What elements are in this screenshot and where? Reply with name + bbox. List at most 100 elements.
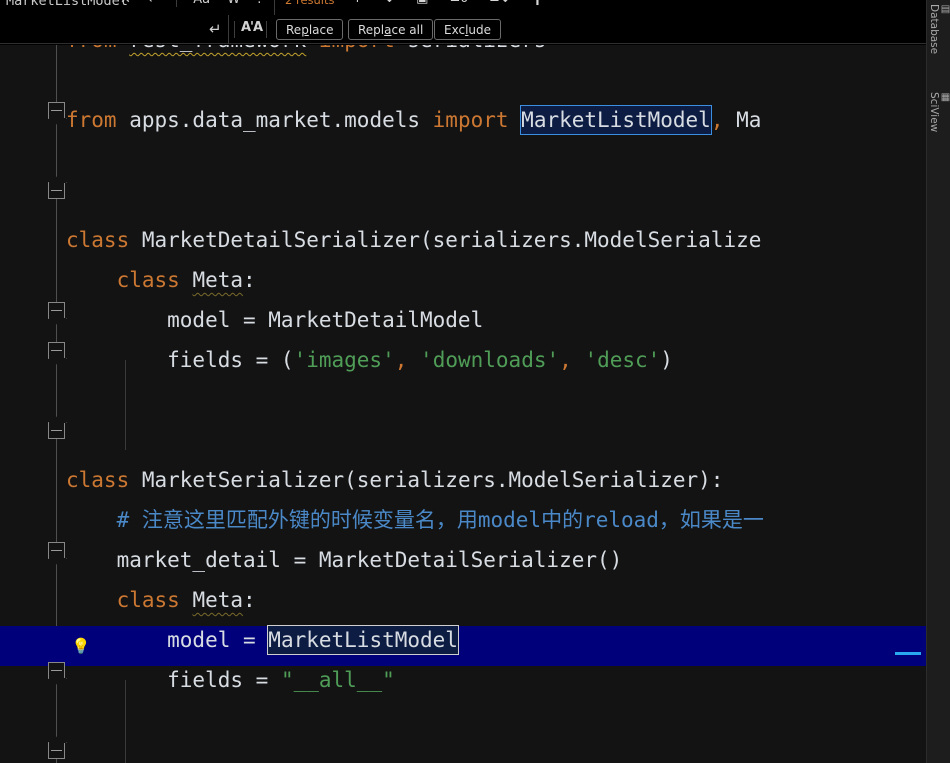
regex-icon[interactable]: .* — [257, 0, 268, 7]
code-editor[interactable]: from rest_framework import serializersfr… — [0, 45, 926, 763]
code-token: from — [66, 108, 117, 132]
code-token: model = MarketDetailModel — [66, 308, 484, 332]
code-line: class Meta: — [66, 580, 256, 620]
code-token: MarketDetailSerializer(serializers.Model… — [129, 228, 762, 252]
code-token: 'desc' — [584, 348, 661, 372]
code-token: : — [243, 268, 256, 292]
code-token: MarketSerializer(serializers.ModelSerial… — [129, 468, 724, 492]
code-token: import — [432, 108, 509, 132]
in-selection-icon[interactable]: ≡↓ — [489, 0, 511, 6]
filter-icon[interactable]: ❙ — [532, 0, 543, 6]
label-post: ude — [468, 22, 492, 37]
code-line: # 注意这里匹配外键的时候变量名，用model中的reload，如果是一 — [66, 500, 764, 540]
divider — [234, 21, 235, 38]
code-line: from rest_framework import serializers — [66, 45, 546, 60]
code-line: class MarketSerializer(serializers.Model… — [66, 460, 723, 500]
code-token: , — [710, 108, 724, 132]
close-icon[interactable]: ✕ — [120, 0, 131, 7]
find-down-icon[interactable]: ↓ — [384, 0, 395, 6]
code-token: import — [319, 45, 395, 52]
fold-toggle-icon[interactable] — [48, 102, 65, 119]
fold-toggle-icon[interactable] — [48, 542, 65, 559]
tool-label: Database — [928, 4, 940, 55]
find-up-icon[interactable]: ↑ — [352, 0, 363, 6]
code-token: 'downloads' — [420, 348, 560, 372]
find-replace-panel: MarketListModel ✕ ↵ Aa W .* 2 results ↑ … — [0, 0, 926, 45]
search-match: MarketListModel — [520, 105, 712, 135]
replace-button[interactable]: Re p lace — [276, 19, 344, 40]
words-icon[interactable]: W — [227, 0, 240, 7]
results-count: 2 results — [285, 0, 335, 7]
code-token: # 注意这里匹配外键的时候变量名，用model中的reload，如果是一 — [66, 508, 764, 532]
code-token: rest_framework — [129, 45, 306, 52]
code-token: Meta — [192, 268, 244, 292]
search-match: MarketListModel — [267, 625, 459, 655]
code-token: 'images' — [293, 348, 395, 372]
tool-button-database[interactable]: ▤ Database — [927, 0, 950, 54]
code-text-layer: from rest_framework import serializersfr… — [0, 45, 926, 763]
database-icon: ▤ — [940, 4, 950, 15]
find-nav-icons: ↑ ↓ ▣ ≡ᴜ ≡↓ ❙ — [352, 0, 560, 6]
code-line: market_detail = MarketDetailSerializer() — [66, 540, 623, 580]
select-all-icon[interactable]: ▣ — [416, 0, 428, 6]
find-row: MarketListModel ✕ ↵ Aa W .* 2 results ↑ … — [0, 0, 926, 15]
preserve-case-icon[interactable]: A'A — [241, 20, 263, 35]
fold-toggle-icon[interactable] — [48, 342, 65, 359]
divider — [266, 21, 267, 38]
fold-toggle-icon[interactable] — [48, 422, 65, 439]
indent-guide — [125, 680, 126, 763]
label-pre: Re — [286, 22, 302, 37]
code-token: market_detail = MarketDetailSerializer() — [66, 548, 623, 572]
ide-window: MarketListModel ✕ ↵ Aa W .* 2 results ↑ … — [0, 0, 950, 763]
caret-position-marker — [895, 652, 921, 655]
label-post: ce all — [391, 22, 424, 37]
code-token: , — [394, 348, 408, 372]
sciview-icon: ▦ — [940, 92, 950, 103]
code-token: class — [66, 228, 130, 252]
code-token: class — [66, 468, 130, 492]
label-pre: Repl — [358, 22, 385, 37]
code-line: class Meta: — [66, 260, 256, 300]
label-post: lace — [308, 22, 334, 37]
fold-toggle-icon[interactable] — [48, 182, 65, 199]
history-icon[interactable]: ↵ — [148, 0, 159, 7]
replace-input[interactable] — [0, 15, 229, 44]
code-line: from apps.data_market.models import Mark… — [66, 100, 761, 140]
code-token: apps.data_market.models — [116, 108, 433, 132]
replace-all-button[interactable]: Repl a ce all — [348, 19, 434, 40]
tool-button-sciview[interactable]: ▦ SciView — [927, 88, 950, 132]
code-token: ) — [660, 348, 673, 372]
fold-toggle-icon[interactable] — [48, 742, 65, 759]
replace-newline-icon[interactable]: ↵ — [209, 20, 222, 38]
code-line: fields = ('images', 'downloads', 'desc') — [66, 340, 673, 380]
fold-toggle-icon[interactable] — [48, 662, 65, 679]
exclude-button[interactable]: Exc l ude — [434, 19, 502, 40]
code-token: from — [66, 45, 117, 52]
code-line: model = MarketDetailModel — [66, 300, 483, 340]
code-token: Ma — [723, 108, 762, 132]
find-option-icons: ✕ ↵ Aa W .* — [120, 0, 270, 12]
fold-toggle-icon[interactable] — [48, 302, 65, 319]
label-mnemonic: p — [301, 22, 309, 37]
code-line: model = MarketListModel — [66, 620, 459, 660]
code-token: fields = ( — [66, 348, 294, 372]
search-input-value: MarketListModel — [6, 0, 128, 9]
match-case-icon[interactable]: Aa — [193, 0, 210, 7]
code-token: serializers — [395, 45, 546, 52]
code-token: class — [116, 268, 180, 292]
code-token: Meta — [192, 588, 244, 612]
right-tool-strip: ▤ Database ▦ SciView — [926, 0, 950, 763]
indent-guide — [125, 360, 126, 450]
label-pre: Exc — [444, 22, 466, 37]
preserve-case-icon[interactable]: ≡ᴜ — [450, 0, 468, 6]
label-mnemonic: a — [384, 22, 392, 37]
code-token: , — [559, 348, 572, 372]
